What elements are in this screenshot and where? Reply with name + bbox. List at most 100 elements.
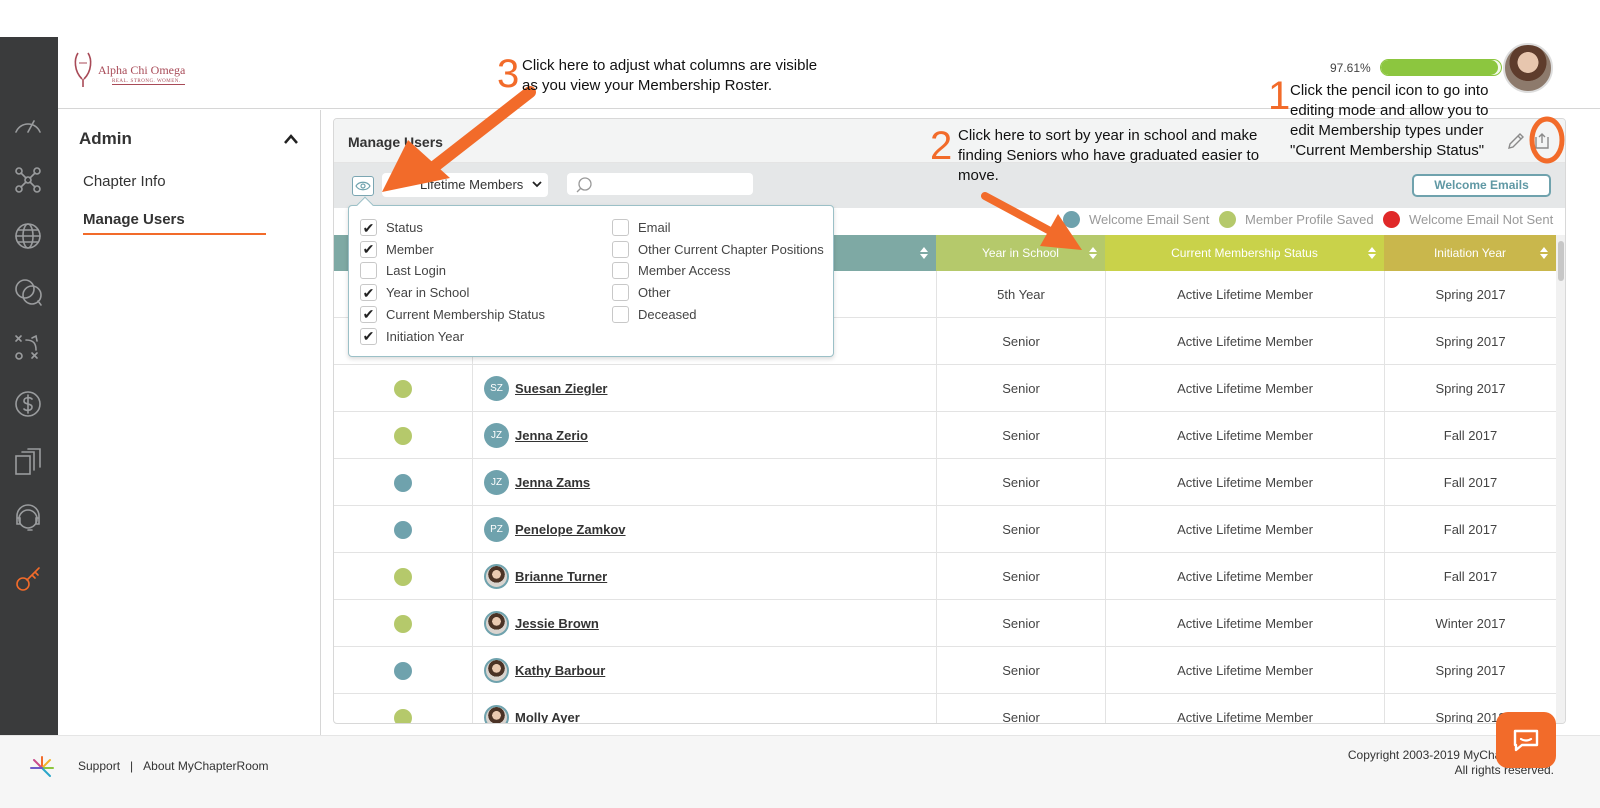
member-name-link[interactable]: Suesan Ziegler [515, 381, 607, 396]
column-header-initiation-year[interactable]: Initiation Year [1384, 235, 1556, 271]
table-scrollbar[interactable] [1556, 235, 1565, 723]
admin-title: Admin [79, 129, 132, 148]
member-cell: JZ Jenna Zams [472, 459, 936, 506]
column-option[interactable]: ✔ Status [360, 219, 423, 236]
column-option[interactable]: ✔ Current Membership Status [360, 305, 545, 323]
chapter-logo[interactable]: Alpha Chi Omega REAL. STRONG. WOMEN. [72, 49, 186, 89]
member-cell: PZ Penelope Zamkov [472, 506, 936, 553]
status-cell [334, 600, 472, 647]
year-in-school-cell: Senior [936, 647, 1105, 694]
chat-button[interactable] [1496, 712, 1556, 768]
initiation-year-cell: Spring 2017 [1384, 318, 1556, 365]
column-option-label: Current Membership Status [386, 306, 545, 322]
welcome-emails-button[interactable]: Welcome Emails [1412, 174, 1551, 197]
profile-progress-text: 97.61% [1330, 61, 1371, 75]
page-footer: Support | About MyChapterRoom Copyright … [0, 735, 1600, 808]
table-row[interactable]: SZ Suesan Ziegler Senior Active Lifetime Me… [334, 365, 1556, 412]
column-header-membership-status[interactable]: Current Membership Status [1105, 235, 1384, 271]
table-row[interactable]: JZ Jenna Zams Senior Active Lifetime Member… [334, 459, 1556, 506]
scroll-thumb[interactable] [1558, 241, 1564, 281]
column-option[interactable]: Email [612, 219, 671, 236]
user-avatar[interactable] [1503, 43, 1553, 93]
footer-about-link[interactable]: About MyChapterRoom [143, 759, 268, 773]
search-input[interactable] [567, 173, 753, 195]
checkbox-unchecked[interactable] [612, 240, 629, 258]
checkbox-unchecked[interactable] [612, 262, 629, 280]
column-option[interactable]: Other Current Chapter Positions [612, 240, 824, 258]
annotation-text-2: Click here to sort by year in school and… [958, 127, 1260, 184]
export-icon[interactable] [1532, 131, 1552, 151]
column-option[interactable]: Last Login [360, 262, 446, 280]
checkbox-unchecked[interactable] [360, 262, 377, 280]
checkbox-unchecked[interactable] [612, 305, 629, 323]
table-row[interactable]: Brianne Turner Senior Active Lifetime Memb… [334, 553, 1556, 600]
member-cell: Kathy Barbour [472, 647, 936, 694]
pencil-icon[interactable] [1506, 131, 1526, 151]
sort-icon [1540, 247, 1548, 259]
member-name-link[interactable]: Brianne Turner [515, 569, 607, 584]
icon-rail [0, 37, 58, 748]
column-option[interactable]: ✔ Member [360, 240, 434, 258]
annotation-text-3: Click here to adjust what columns are vi… [522, 57, 818, 94]
member-name-link[interactable]: Jenna Zerio [515, 428, 588, 443]
network-icon[interactable] [11, 163, 45, 197]
sort-icon [1368, 247, 1376, 259]
checkbox-checked[interactable]: ✔ [360, 240, 377, 258]
checkbox-unchecked[interactable] [612, 219, 629, 236]
initiation-year-cell: Spring 2017 [1384, 647, 1556, 694]
checkbox-checked[interactable]: ✔ [360, 284, 377, 302]
member-name-link[interactable]: Molly Ayer [515, 710, 580, 723]
chevron-up-icon[interactable] [284, 134, 298, 144]
member-cell: SZ Suesan Ziegler [472, 365, 936, 412]
card-title: Manage Users [348, 134, 443, 150]
documents-icon[interactable] [11, 445, 45, 479]
member-name-link[interactable]: Penelope Zamkov [515, 522, 626, 537]
column-header-year-in-school[interactable]: Year in School [936, 235, 1105, 271]
initiation-year-cell: Spring 2017 [1384, 271, 1556, 318]
table-row[interactable]: Jessie Brown Senior Active Lifetime Member… [334, 600, 1556, 647]
column-option[interactable]: Other [612, 284, 671, 302]
checkbox-unchecked[interactable] [612, 284, 629, 302]
globe-icon[interactable] [11, 219, 45, 253]
status-cell [334, 365, 472, 412]
table-row[interactable]: Kathy Barbour Senior Active Lifetime Membe… [334, 647, 1556, 694]
admin-link-chapter-info[interactable]: Chapter Info [83, 173, 166, 190]
chat-bubbles-icon[interactable] [11, 275, 45, 309]
footer-support-link[interactable]: Support [78, 759, 120, 773]
logo-tagline: REAL. STRONG. WOMEN. [112, 79, 186, 85]
checkbox-checked[interactable]: ✔ [360, 305, 377, 323]
legend-label: Welcome Email Not Sent [1409, 212, 1554, 227]
status-cell [334, 459, 472, 506]
member-name-link[interactable]: Kathy Barbour [515, 663, 605, 678]
member-avatar [484, 705, 509, 723]
column-option[interactable]: Deceased [612, 305, 697, 323]
status-dot [394, 708, 412, 723]
column-option[interactable]: ✔ Year in School [360, 284, 470, 302]
key-icon[interactable] [11, 562, 45, 596]
table-row[interactable]: Molly Ayer Senior Active Lifetime Member Sp… [334, 694, 1556, 723]
admin-link-manage-users[interactable]: Manage Users [83, 211, 266, 235]
status-cell [334, 506, 472, 553]
checkbox-checked[interactable]: ✔ [360, 327, 377, 345]
column-option[interactable]: Member Access [612, 262, 730, 280]
support-headset-icon[interactable] [11, 503, 45, 537]
checkbox-checked[interactable]: ✔ [360, 219, 377, 236]
member-name-link[interactable]: Jessie Brown [515, 616, 599, 631]
column-option-label: Other Current Chapter Positions [638, 241, 824, 257]
member-filter-select[interactable]: Lifetime Members [382, 173, 548, 197]
table-row[interactable]: JZ Jenna Zerio Senior Active Lifetime Membe… [334, 412, 1556, 459]
column-option-label: Member [386, 241, 434, 257]
dollar-icon[interactable] [11, 387, 45, 421]
member-name-link[interactable]: Jenna Zams [515, 475, 590, 490]
initiation-year-cell: Spring 2017 [1384, 365, 1556, 412]
table-row[interactable]: PZ Penelope Zamkov Senior Active Lifetime M… [334, 506, 1556, 553]
member-filter-value: Lifetime Members [420, 177, 524, 192]
dashboard-gauge-icon[interactable] [11, 107, 45, 141]
membership-status-cell: Active Lifetime Member [1105, 459, 1384, 506]
column-option[interactable]: ✔ Initiation Year [360, 327, 464, 345]
column-option-label: Year in School [386, 285, 470, 301]
column-visibility-button[interactable] [352, 176, 374, 196]
strategy-icon[interactable] [11, 331, 45, 365]
year-in-school-cell: Senior [936, 600, 1105, 647]
year-in-school-cell: Senior [936, 694, 1105, 723]
